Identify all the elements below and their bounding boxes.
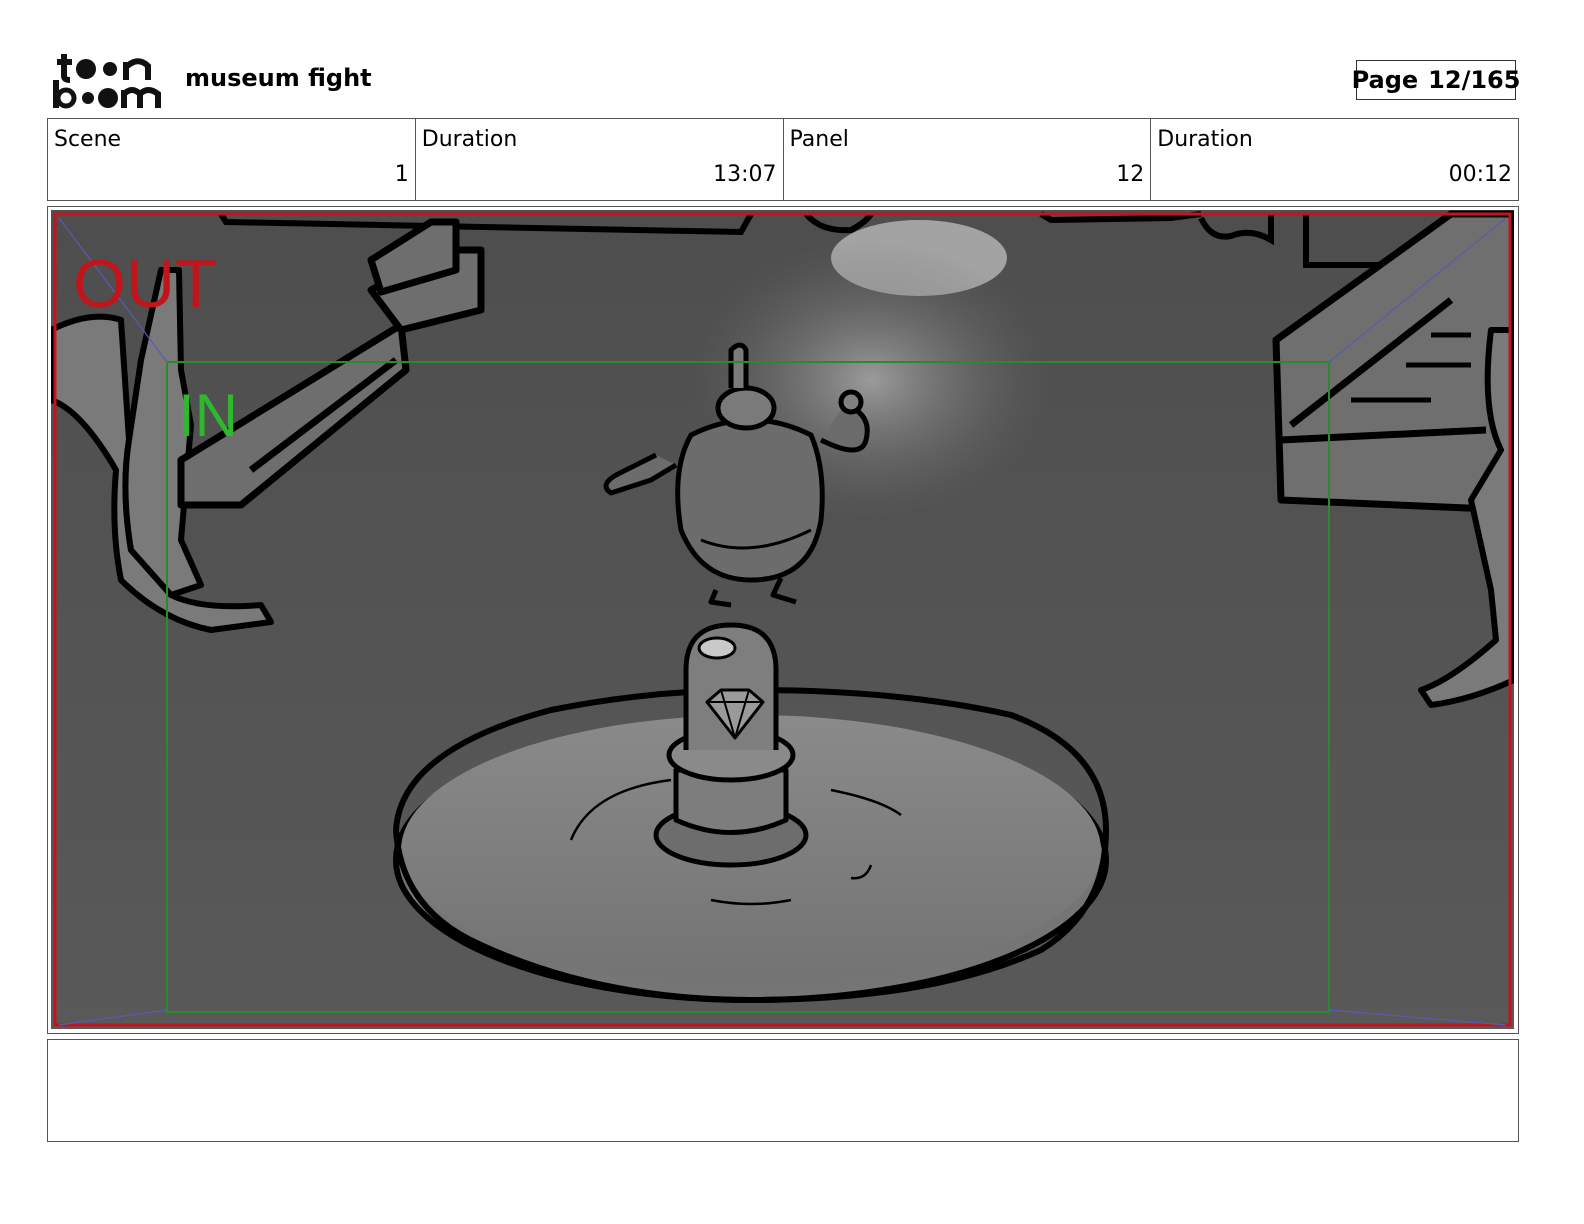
- scene-cell: Scene 1: [48, 119, 415, 200]
- panel-duration-label: Duration: [1157, 127, 1253, 152]
- page-indicator: Page 12/165: [1352, 60, 1520, 100]
- scene-value: 1: [394, 162, 409, 187]
- panel-duration-value: 00:12: [1448, 162, 1512, 187]
- panel-duration-cell: Duration 00:12: [1150, 119, 1518, 200]
- panel-info-table: Scene 1 Duration 13:07 Panel 12 Duration…: [47, 118, 1519, 201]
- panel-label: Panel: [789, 127, 849, 152]
- toon-boom-logo: [53, 54, 161, 109]
- panel-drawing: OUT IN: [51, 210, 1514, 1029]
- out-label: OUT: [73, 246, 217, 322]
- scene-duration-label: Duration: [421, 127, 518, 152]
- in-label: IN: [178, 382, 238, 449]
- panel-value: 12: [1116, 162, 1145, 187]
- scene-duration-value: 13:07: [713, 162, 777, 187]
- storyboard-panel: OUT IN: [47, 206, 1519, 1034]
- scene-label: Scene: [54, 127, 122, 152]
- page-number: 12/165: [1428, 66, 1521, 94]
- project-title: museum fight: [185, 64, 372, 92]
- panel-notes-box[interactable]: [47, 1039, 1519, 1142]
- page-label: Page: [1351, 66, 1419, 94]
- panel-cell: Panel 12: [782, 119, 1151, 200]
- scene-duration-cell: Duration 13:07: [414, 119, 783, 200]
